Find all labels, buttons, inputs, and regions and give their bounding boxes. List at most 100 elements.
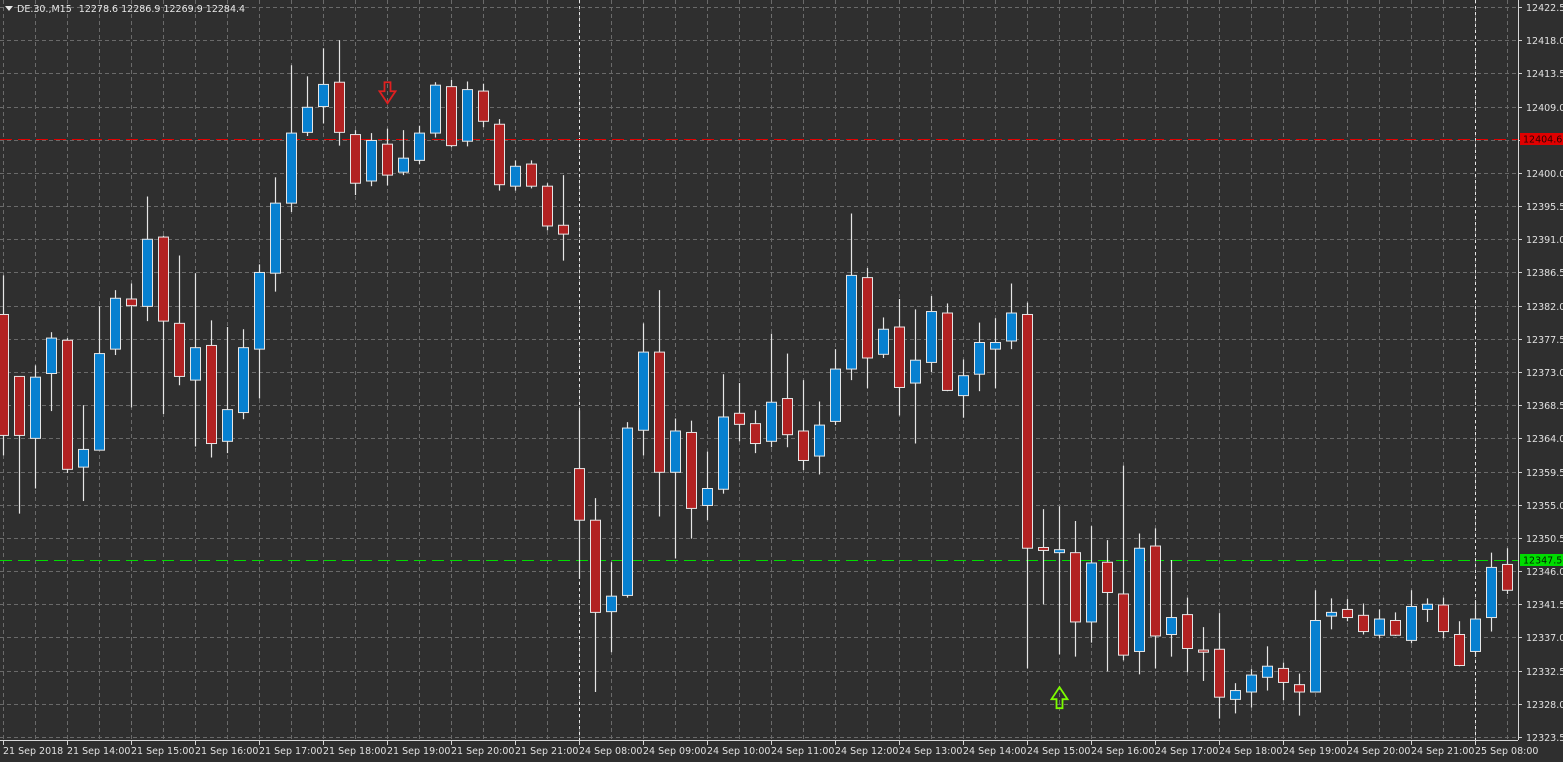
- chart-header: DE.30.,M15 12278.6 12286.9 12269.9 12284…: [5, 4, 245, 15]
- candle-bullish: [414, 132, 425, 161]
- candle-bearish: [1038, 546, 1049, 551]
- candle-bearish: [1182, 614, 1193, 650]
- x-tick-label: 24 Sep 11:00: [771, 746, 834, 757]
- y-tick-label: 12395.5: [1526, 202, 1563, 213]
- candle-bearish: [350, 134, 361, 184]
- candle-bullish: [814, 424, 825, 457]
- candle-bullish: [846, 274, 857, 370]
- candle-bearish: [1118, 593, 1129, 656]
- y-tick-label: 12346.0: [1526, 567, 1563, 578]
- candle-bearish: [1278, 667, 1289, 683]
- candle-bearish: [798, 430, 809, 461]
- candle-bullish: [606, 595, 617, 613]
- candle-bearish: [734, 412, 745, 425]
- y-tick-label: 12323.5: [1526, 733, 1563, 744]
- candle-bullish: [1470, 618, 1481, 652]
- candle-bullish: [958, 375, 969, 397]
- candle-bearish: [1390, 619, 1401, 636]
- candle-bullish: [1134, 547, 1145, 652]
- y-tick-label: 12413.5: [1526, 69, 1563, 80]
- candle-bullish: [46, 337, 57, 374]
- y-tick-label: 12386.5: [1526, 268, 1563, 279]
- y-tick-label: 12368.5: [1526, 401, 1563, 412]
- candle-bearish: [942, 312, 953, 391]
- candle-bearish: [750, 423, 761, 445]
- x-tick-label: 21 Sep 15:00: [131, 746, 194, 757]
- candle-bearish: [382, 143, 393, 176]
- candle-bullish: [366, 139, 377, 182]
- x-tick-label: 24 Sep 09:00: [643, 746, 706, 757]
- candle-bullish: [702, 488, 713, 506]
- candle-bullish: [1262, 665, 1273, 678]
- candle-bullish: [1310, 619, 1321, 693]
- y-tick-label: 12328.0: [1526, 700, 1563, 711]
- x-tick-label: 24 Sep 08:00: [579, 746, 642, 757]
- x-tick-label: 24 Sep 18:00: [1219, 746, 1282, 757]
- candle-bullish: [1054, 549, 1065, 554]
- y-tick-label: 12418.0: [1526, 36, 1563, 47]
- candle-bearish: [158, 236, 169, 322]
- candle-bearish: [862, 277, 873, 359]
- candle-bearish: [590, 519, 601, 613]
- candle-bullish: [1486, 566, 1497, 619]
- candle-bullish: [670, 430, 681, 473]
- ohlc-low: 12269.9: [163, 4, 203, 15]
- y-tick-label: 12382.0: [1526, 302, 1563, 313]
- symbol-label: DE.30.,M15: [17, 4, 72, 15]
- candle-bullish: [30, 376, 41, 439]
- candle-bearish: [782, 398, 793, 436]
- y-tick-label: 12359.5: [1526, 468, 1563, 479]
- candle-bullish: [94, 353, 105, 451]
- x-tick-label: 21 Sep 20:00: [451, 746, 514, 757]
- candle-bearish: [894, 326, 905, 388]
- candle-bullish: [766, 401, 777, 442]
- candle-bullish: [718, 416, 729, 490]
- candle-bearish: [1070, 552, 1081, 623]
- candle-bearish: [1342, 608, 1353, 619]
- candle-bullish: [926, 311, 937, 363]
- candle-bullish: [910, 359, 921, 384]
- candle-bullish: [622, 427, 633, 596]
- candle-bullish: [878, 328, 889, 355]
- ohlc-high: 12286.9: [121, 4, 161, 15]
- x-tick-label: 21 Sep 16:00: [195, 746, 258, 757]
- candle-bullish: [1406, 605, 1417, 641]
- ohlc-close: 12284.4: [205, 4, 246, 15]
- x-tick-label: 24 Sep 17:00: [1155, 746, 1218, 757]
- candlestick-chart[interactable]: 12422.512418.012413.512409.012404.512400…: [0, 0, 1563, 762]
- candle-bullish: [110, 297, 121, 350]
- x-tick-label: 24 Sep 21:00: [1411, 746, 1474, 757]
- candle-bearish: [1198, 649, 1209, 653]
- candle-bullish: [254, 271, 265, 350]
- candle-bearish: [1102, 561, 1113, 593]
- y-tick-label: 12373.0: [1526, 368, 1563, 379]
- candle-bullish: [318, 83, 329, 108]
- y-tick-label: 12377.5: [1526, 335, 1563, 346]
- candle-bullish: [142, 238, 153, 307]
- y-tick-label: 12391.0: [1526, 235, 1563, 246]
- y-tick-label: 12422.5: [1526, 3, 1563, 14]
- x-tick-label: 24 Sep 12:00: [835, 746, 898, 757]
- candle-bullish: [190, 347, 201, 381]
- candle-bearish: [1502, 563, 1513, 591]
- candle-bullish: [462, 89, 473, 142]
- candle-bullish: [1006, 312, 1017, 342]
- x-tick-label: 24 Sep 19:00: [1283, 746, 1346, 757]
- x-tick-label: 21 Sep 2018: [3, 746, 63, 757]
- dropdown-triangle-icon[interactable]: [5, 6, 13, 11]
- candle-bearish: [478, 90, 489, 122]
- candle-bearish: [1294, 684, 1305, 693]
- candle-bullish: [638, 351, 649, 431]
- x-tick-label: 24 Sep 16:00: [1091, 746, 1154, 757]
- x-tick-label: 25 Sep 08:00: [1475, 746, 1538, 757]
- candle-bullish: [78, 448, 89, 468]
- candle-bullish: [286, 132, 297, 204]
- y-tick-label: 12409.0: [1526, 103, 1563, 114]
- buy-arrow-up-icon: [1049, 685, 1070, 710]
- candle-bullish: [830, 368, 841, 422]
- candle-bearish: [494, 123, 505, 186]
- candle-bullish: [222, 409, 233, 442]
- candle-bullish: [302, 106, 313, 133]
- y-tick-label: 12332.5: [1526, 667, 1563, 678]
- candle-bearish: [0, 313, 9, 436]
